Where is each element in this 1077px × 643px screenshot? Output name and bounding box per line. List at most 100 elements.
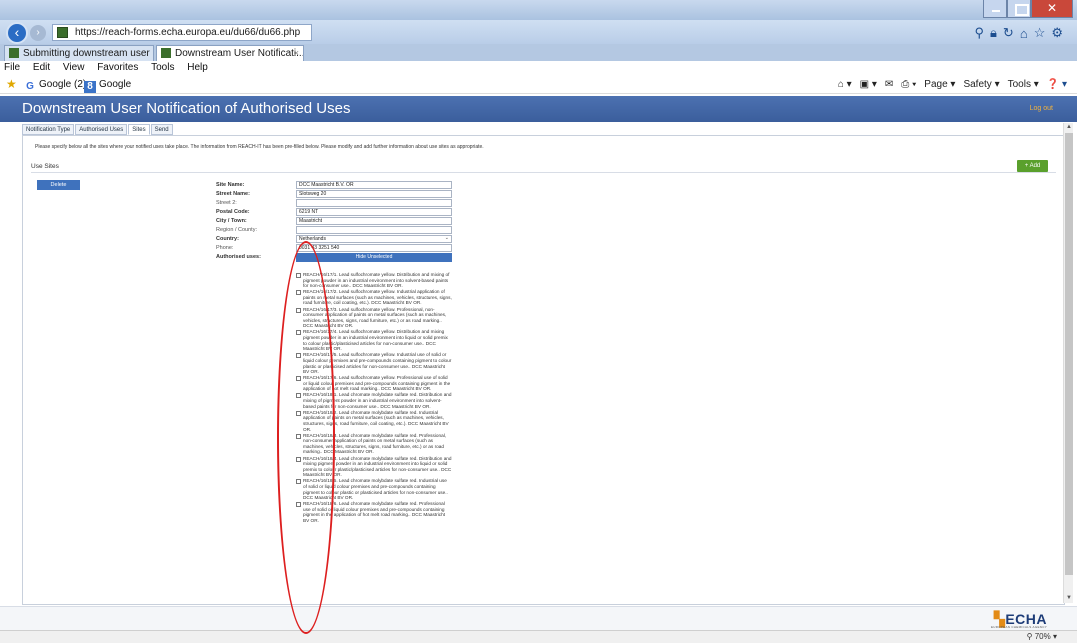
favorites-star-icon[interactable]: ☆: [1034, 25, 1046, 41]
use-checkbox[interactable]: [296, 410, 301, 416]
postal-code-field[interactable]: 6219 NT: [296, 208, 452, 216]
mail-icon[interactable]: ✉: [885, 75, 893, 94]
favorites-icon[interactable]: ★: [6, 78, 17, 90]
tab-favicon-icon: [9, 48, 19, 58]
use-checkbox[interactable]: [296, 393, 301, 399]
add-site-button[interactable]: + Add: [1017, 160, 1048, 172]
forward-button[interactable]: ›: [30, 25, 46, 41]
feeds-icon[interactable]: ▣ ▾: [860, 75, 877, 94]
zoom-control[interactable]: ⚲ 70% ▾: [1027, 632, 1057, 641]
use-checkbox[interactable]: [296, 307, 301, 313]
menu-tools[interactable]: Tools: [151, 62, 174, 73]
field-row-uses: Authorised uses: Hide Unselected: [216, 253, 456, 262]
menu-file[interactable]: File: [4, 62, 20, 73]
region-field[interactable]: [296, 226, 452, 234]
hide-unselected-button[interactable]: Hide Unselected: [296, 253, 452, 262]
use-checkbox[interactable]: [296, 353, 301, 359]
minimize-button[interactable]: [983, 0, 1007, 18]
status-bar: ⚲ 70% ▾: [0, 630, 1077, 643]
use-checkbox[interactable]: [296, 433, 301, 439]
tools-menu[interactable]: Tools ▾: [1008, 75, 1039, 94]
back-button[interactable]: ‹: [6, 22, 28, 44]
use-checkbox[interactable]: [296, 376, 301, 382]
field-row-country: Country: Netherlands ⌄: [216, 235, 456, 244]
page-menu[interactable]: Page ▾: [924, 75, 955, 94]
country-value: Netherlands: [299, 236, 326, 242]
field-row-region: Region / County:: [216, 226, 456, 235]
menu-help[interactable]: Help: [187, 62, 208, 73]
street-name-field[interactable]: Slotsweg 20: [296, 190, 452, 198]
google-icon: G: [26, 81, 34, 92]
scroll-up-icon[interactable]: ▲: [1064, 123, 1074, 132]
page-scrollbar[interactable]: ▲ ▼: [1063, 123, 1073, 603]
use-checkbox[interactable]: [296, 290, 301, 296]
list-item: REACH/16/18/5. Lead chromate molybdate s…: [296, 478, 452, 500]
safety-menu[interactable]: Safety ▾: [963, 75, 999, 94]
city-field[interactable]: Maastricht: [296, 217, 452, 225]
address-tools: ⚲ 🔒︎ ↻ ⌂ ☆ ⚙: [974, 24, 1063, 42]
favorite-google[interactable]: 8 Google: [84, 75, 131, 94]
address-bar[interactable]: https://reach-forms.echa.europa.eu/du66/…: [52, 24, 312, 41]
section-divider: [31, 172, 1056, 173]
street2-label: Street 2:: [216, 200, 237, 206]
settings-gear-icon[interactable]: ⚙: [1051, 25, 1063, 41]
menu-edit[interactable]: Edit: [33, 62, 50, 73]
list-item: REACH/16/18/3. Lead chromate molybdate s…: [296, 433, 452, 455]
tab-sites[interactable]: Sites: [128, 124, 150, 135]
list-item: REACH/16/17/1. Lead sulfochromate yellow…: [296, 272, 452, 289]
list-item: REACH/16/17/3. Lead sulfochromate yellow…: [296, 307, 452, 329]
list-item: REACH/16/17/5. Lead sulfochromate yellow…: [296, 352, 452, 374]
country-select[interactable]: Netherlands ⌄: [296, 235, 452, 243]
menu-favorites[interactable]: Favorites: [97, 62, 138, 73]
home-page-icon[interactable]: ⌂ ▾: [838, 75, 852, 94]
favorite-google-2[interactable]: G Google (2): [24, 75, 86, 94]
use-checkbox[interactable]: [296, 456, 301, 462]
list-item: REACH/16/18/4. Lead chromate molybdate s…: [296, 456, 452, 478]
field-row-phone: Phone: 0031 43 3251 540: [216, 244, 456, 253]
tab-notification-type[interactable]: Notification Type: [22, 124, 75, 135]
sites-panel: Please specify below all the sites where…: [22, 135, 1065, 605]
use-checkbox[interactable]: [296, 273, 301, 278]
browser-tab-submitting[interactable]: Submitting downstream user n...: [4, 45, 154, 61]
print-icon[interactable]: ⎙ ▾: [901, 75, 916, 94]
scroll-down-icon[interactable]: ▼: [1064, 594, 1074, 603]
region-label: Region / County:: [216, 227, 257, 233]
title-bar: ✕: [0, 0, 1077, 20]
browser-tab-row: Submitting downstream user n... Downstre…: [0, 44, 1077, 61]
menu-view[interactable]: View: [63, 62, 85, 73]
menu-bar: File Edit View Favorites Tools Help: [0, 61, 1077, 75]
close-window-button[interactable]: ✕: [1031, 0, 1073, 18]
instructions-text: Please specify below all the sites where…: [35, 144, 484, 150]
use-checkbox[interactable]: [296, 479, 301, 485]
tab-authorised-uses[interactable]: Authorised Uses: [75, 124, 128, 135]
phone-label: Phone:: [216, 245, 234, 251]
site-name-field[interactable]: DCC Maastricht B.V. OR: [296, 181, 452, 189]
browser-tab-downstream[interactable]: Downstream User Notificati... ×: [156, 45, 304, 61]
list-item: REACH/16/18/1. Lead chromate molybdate s…: [296, 392, 452, 409]
home-icon[interactable]: ⌂: [1020, 26, 1028, 41]
street2-field[interactable]: [296, 199, 452, 207]
list-item: REACH/16/18/2. Lead chromate molybdate s…: [296, 410, 452, 432]
tab-close-icon[interactable]: ×: [294, 46, 299, 61]
site-name-label: Site Name:: [216, 182, 245, 188]
delete-site-button[interactable]: Delete: [37, 180, 80, 190]
tab-label: Submitting downstream user n...: [23, 48, 154, 59]
scroll-thumb[interactable]: [1065, 133, 1073, 575]
maximize-button[interactable]: [1007, 0, 1031, 18]
help-icon[interactable]: ❓ ▾: [1047, 75, 1067, 94]
page-footer: ▚ECHA EUROPEAN CHEMICALS AGENCY: [0, 606, 1077, 630]
search-icon[interactable]: ⚲: [974, 25, 984, 41]
tab-label: Downstream User Notificati...: [175, 48, 304, 59]
use-checkbox[interactable]: [296, 330, 301, 336]
list-item: REACH/16/17/2. Lead sulfochromate yellow…: [296, 289, 452, 306]
logout-link[interactable]: Log out: [1030, 105, 1053, 112]
phone-field[interactable]: 0031 43 3251 540: [296, 244, 452, 252]
street-name-label: Street Name:: [216, 191, 250, 197]
refresh-icon[interactable]: ↻: [1003, 25, 1014, 41]
postal-code-label: Postal Code:: [216, 209, 250, 215]
use-checkbox[interactable]: [296, 502, 301, 508]
page-title: Downstream User Notification of Authoris…: [22, 100, 351, 117]
lock-icon[interactable]: 🔒︎: [990, 25, 997, 41]
field-row-city: City / Town: Maastricht: [216, 217, 456, 226]
tab-send[interactable]: Send: [150, 124, 173, 135]
